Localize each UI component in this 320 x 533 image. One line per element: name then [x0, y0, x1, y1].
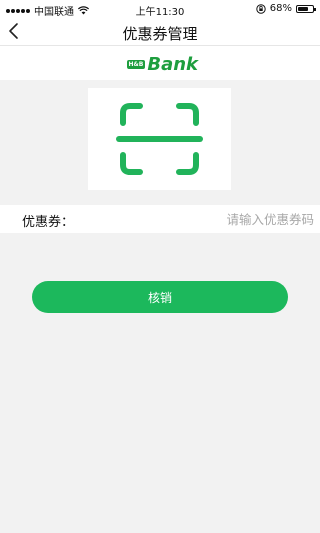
bank-logo: H&B Bank	[126, 51, 198, 77]
verify-button[interactable]: 核销	[32, 281, 288, 313]
logo-strip: H&B Bank	[0, 46, 320, 80]
logo-text: Bank	[147, 53, 198, 75]
scan-button[interactable]	[88, 88, 231, 190]
qr-scan-icon	[116, 103, 203, 175]
coupon-code-input[interactable]	[122, 209, 316, 229]
battery-percent: 68%	[269, 3, 292, 14]
logo-mini-text: H&B	[126, 59, 146, 69]
battery-fill	[298, 6, 308, 11]
coupon-row: 优惠券：	[0, 205, 320, 233]
nav-bar: 优惠券管理	[0, 18, 320, 46]
battery-icon	[296, 4, 316, 13]
status-right: 68%	[256, 3, 316, 14]
page-title: 优惠券管理	[122, 25, 198, 43]
status-bar: 中国联通 上午11:30 68%	[0, 0, 320, 18]
coupon-label: 优惠券：	[22, 215, 75, 230]
orientation-lock-icon	[256, 3, 266, 14]
